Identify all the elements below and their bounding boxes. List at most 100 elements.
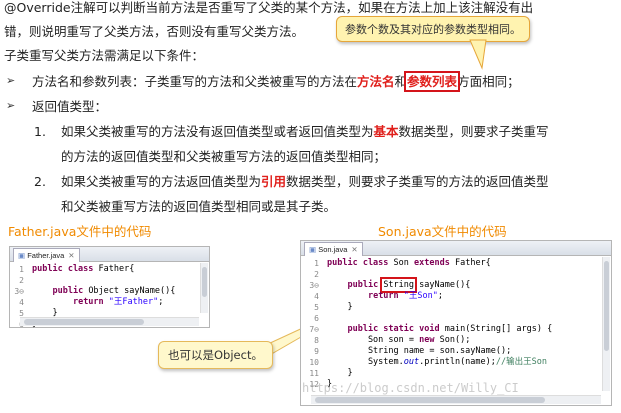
tab-son-java[interactable]: ▣ Son.java ✕ bbox=[304, 242, 363, 256]
callout-object: 也可以是Object。 bbox=[158, 341, 273, 369]
father-horizontal-scrollbar[interactable] bbox=[20, 317, 199, 326]
code-token: Son son = bbox=[327, 335, 420, 345]
line-number: 3⊖ bbox=[309, 281, 319, 290]
tab-father-java[interactable]: ▣ Father.java ✕ bbox=[13, 248, 80, 262]
code-line: System.out.println(name);//输出王Son bbox=[327, 357, 547, 368]
highlight-param-list: 参数列表 bbox=[404, 71, 461, 92]
caption-father: Father.java文件中的代码 bbox=[8, 224, 152, 239]
close-icon[interactable]: ✕ bbox=[351, 245, 357, 254]
code-token: Son(); bbox=[439, 335, 471, 345]
bullet-method-signature: 方法名和参数列表：子类重写的方法和父类被重写的方法在方法名和参数列表方面相同； bbox=[32, 71, 520, 92]
son-vertical-scrollbar[interactable] bbox=[602, 257, 610, 391]
code-token: return bbox=[72, 297, 109, 307]
sub-item-1-post: 数据类型，则要求子类重写 bbox=[398, 124, 549, 139]
son-horizontal-scrollbar[interactable] bbox=[311, 395, 601, 404]
father-editor: ▣ Father.java ✕ 1 public class Father{2 3⊖ … bbox=[9, 246, 210, 329]
code-token: Father{ bbox=[454, 258, 491, 268]
code-token: String bbox=[380, 277, 418, 293]
line-number: 6 bbox=[314, 314, 319, 323]
code-token: //输出王Son bbox=[495, 357, 547, 367]
java-file-icon: ▣ bbox=[309, 245, 317, 254]
code-token: sayName(){ bbox=[414, 280, 471, 290]
code-line: } bbox=[327, 302, 353, 313]
code-token: } bbox=[327, 302, 353, 312]
highlight-method-name: 方法名 bbox=[357, 74, 395, 89]
line-number: 1 bbox=[19, 265, 24, 274]
code-token: "王Father" bbox=[108, 297, 159, 307]
code-token: Father{ bbox=[98, 264, 135, 274]
sub-item-number: 2. bbox=[34, 174, 46, 189]
tab-son-label: Son.java bbox=[318, 245, 348, 254]
line-number: 5 bbox=[314, 303, 319, 312]
code-line: public class Son extends Father{ bbox=[327, 258, 491, 269]
code-line: } bbox=[327, 368, 353, 379]
watermark: https://blog.csdn.net/Willy_CI bbox=[302, 381, 519, 395]
bullet-1-pre: 方法名和参数列表：子类重写的方法和父类被重写的方法在 bbox=[32, 74, 358, 89]
line-number: 3⊖ bbox=[14, 287, 24, 296]
close-icon[interactable]: ✕ bbox=[68, 251, 74, 260]
highlight-reference: 引用 bbox=[261, 174, 287, 189]
line-number: 2 bbox=[19, 276, 24, 285]
bullet-return-type: 返回值类型： bbox=[32, 99, 108, 114]
code-token: public static void bbox=[347, 324, 445, 334]
line-number: 7⊖ bbox=[309, 325, 319, 334]
code-token: return bbox=[367, 291, 404, 301]
sub-item-2-line-2: 和父类被重写方法的返回值类型相同或是其子类。 bbox=[61, 199, 337, 214]
callout-top-pointer bbox=[469, 39, 487, 70]
code-line: return "王Son"; bbox=[327, 291, 443, 302]
code-token: out bbox=[403, 357, 420, 367]
father-vertical-scrollbar[interactable] bbox=[200, 263, 208, 313]
son-tabbar: ▣ Son.java ✕ bbox=[301, 241, 611, 256]
sub-item-1-pre: 如果父类被重写的方法没有返回值类型或者返回值类型为 bbox=[61, 124, 374, 139]
code-token: ; bbox=[437, 291, 443, 301]
bullet-arrow-icon: ➢ bbox=[6, 99, 16, 112]
code-token: public bbox=[52, 286, 89, 296]
sub-item-2-post: 数据类型，则要求子类重写的方法的返回值类型 bbox=[286, 174, 549, 189]
code-token: System. bbox=[327, 357, 404, 367]
sub-item-2-pre: 如果父类被重写的方法返回值类型为 bbox=[61, 174, 262, 189]
line-number: 10 bbox=[309, 358, 319, 367]
sub-item-2-line-1: 如果父类被重写的方法返回值类型为引用数据类型，则要求子类重写的方法的返回值类型 bbox=[61, 174, 549, 190]
line-number: 9 bbox=[314, 347, 319, 356]
code-token: new bbox=[419, 335, 440, 345]
line-number: 8 bbox=[314, 336, 319, 345]
bullet-arrow-icon: ➢ bbox=[6, 74, 16, 87]
code-line: public String sayName(){ bbox=[327, 277, 471, 293]
code-token: .println(name); bbox=[419, 357, 496, 367]
code-token: "王Son" bbox=[403, 291, 438, 301]
code-line: Son son = new Son(); bbox=[327, 335, 470, 346]
line-number: 4 bbox=[314, 292, 319, 301]
java-file-icon: ▣ bbox=[18, 251, 26, 260]
code-line: String name = son.sayName(); bbox=[327, 346, 511, 357]
bullet-1-mid: 和 bbox=[394, 74, 408, 89]
code-token: public bbox=[347, 280, 384, 290]
code-token: } bbox=[327, 368, 353, 378]
code-line: public Object sayName(){ bbox=[32, 286, 175, 297]
code-token: String name = son.sayName(); bbox=[327, 346, 512, 356]
code-token: Object sayName(){ bbox=[88, 286, 176, 296]
caption-son: Son.java文件中的代码 bbox=[378, 224, 507, 239]
line-number: 4 bbox=[19, 298, 24, 307]
code-line: return "王Father"; bbox=[32, 297, 163, 308]
highlight-primitive: 基本 bbox=[373, 124, 399, 139]
code-line: public static void main(String[] args) { bbox=[327, 324, 552, 335]
bullet-1-post: 方面相同； bbox=[457, 74, 520, 89]
line-number: 2 bbox=[314, 270, 319, 279]
code-token: Son bbox=[393, 258, 415, 268]
sub-item-1-line-1: 如果父类被重写的方法没有返回值类型或者返回值类型为基本数据类型，则要求子类重写 bbox=[61, 124, 549, 140]
code-line: public class Father{ bbox=[32, 264, 134, 275]
tab-father-label: Father.java bbox=[27, 251, 65, 260]
code-token: extends bbox=[414, 258, 455, 268]
line-number: 1 bbox=[314, 259, 319, 268]
code-token: public class bbox=[32, 264, 99, 274]
code-token: main(String[] args) { bbox=[444, 324, 553, 334]
sub-item-number: 1. bbox=[34, 124, 46, 139]
line-number: 11 bbox=[309, 369, 319, 378]
code-token: ; bbox=[158, 297, 164, 307]
sub-item-1-line-2: 的方法的返回值类型和父类被重写方法的返回值类型相同； bbox=[61, 149, 387, 164]
